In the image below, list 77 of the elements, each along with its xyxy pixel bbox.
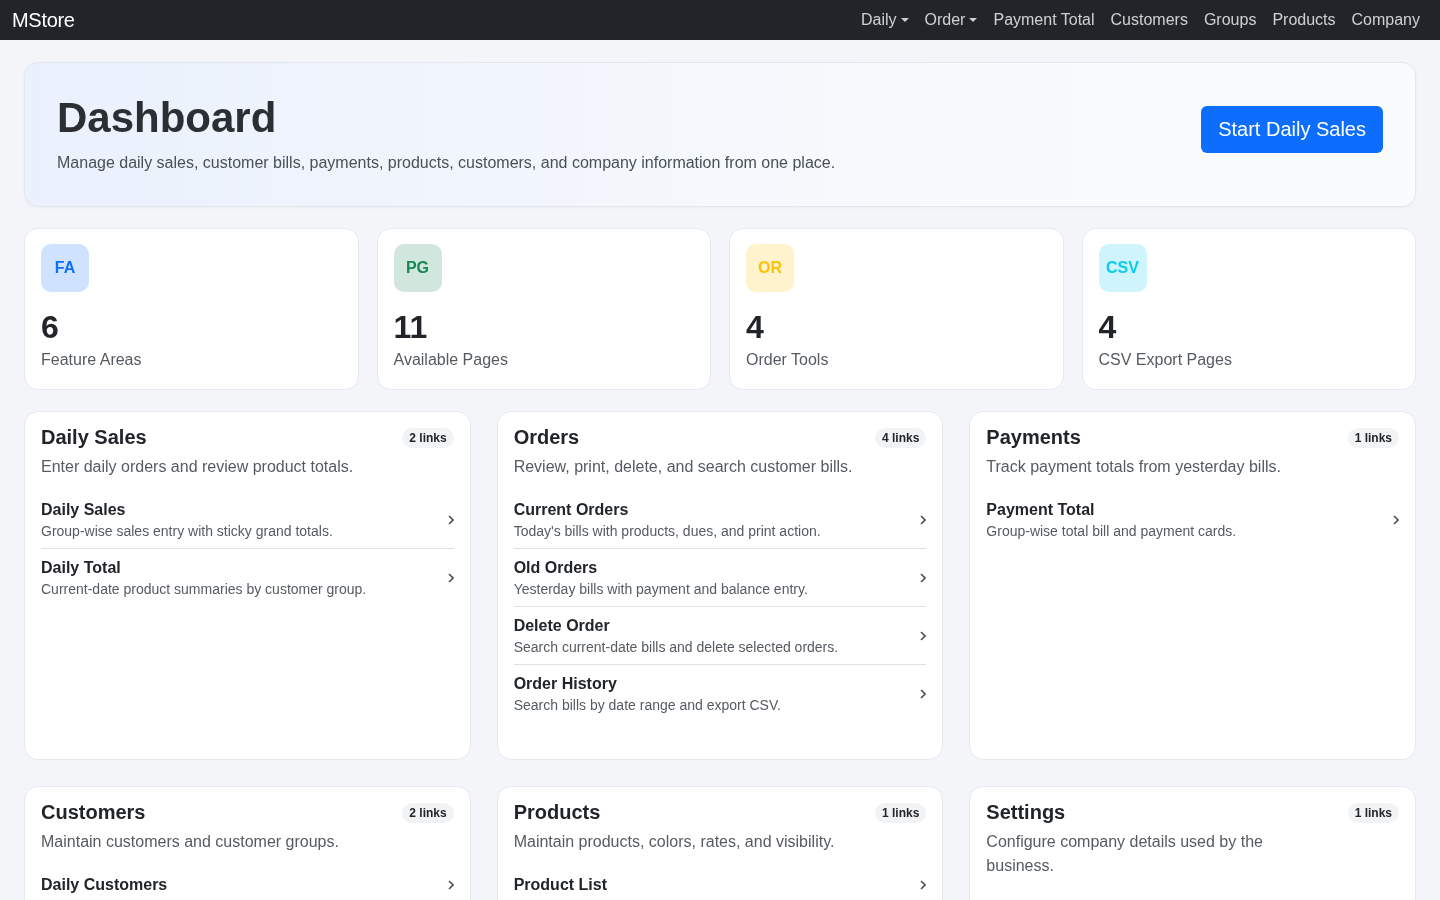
chevron-right-icon [920,688,927,699]
stat-value: 11 [393,310,429,346]
section-title: Customers [41,801,146,825]
link-count-badge: 4 links [874,427,927,448]
section-link[interactable]: Daily Total Current-date product summaries by customer group. [41,549,454,607]
section-link[interactable]: Current Orders Today's bills with products, dues, and print action. [513,491,927,550]
section-link[interactable]: Old Orders Yesterday bills with payment and balance entry. [513,549,927,608]
link-count-badge: 2 links [402,427,454,448]
section-link[interactable]: Daily Customers [41,866,454,900]
section-description: Enter daily orders and review product totals. [41,457,355,478]
link-title: Daily Total [41,558,122,579]
nav-link[interactable]: Products [1264,11,1344,29]
link-count-badge: 1 links [1347,802,1399,823]
chevron-right-icon [447,880,454,891]
section-description: Review, print, delete, and search customer bills. [513,457,854,478]
section-title: Orders [513,426,580,450]
chevron-right-icon [920,514,927,525]
link-title: Delete Order [513,616,611,637]
section-link[interactable]: Product List [513,866,927,900]
stat-badge: OR [746,244,794,293]
link-title: Daily Customers [41,875,168,896]
caret-icon [969,18,978,22]
section-title: Daily Sales [41,426,147,450]
link-title: Daily Sales [41,500,127,521]
caret-icon [900,18,909,22]
section-title: Payments [986,426,1081,450]
stat-badge: PG [393,244,442,293]
stat-value: 6 [41,310,60,346]
nav-link[interactable]: Payment Total [985,11,1103,29]
nav-dropdown[interactable]: Order [916,11,986,29]
page-title: Dashboard [57,95,278,142]
link-title: Product List [513,875,607,896]
stat-value: 4 [1098,310,1118,346]
stat-label: Order Tools [746,351,830,370]
link-description: Yesterday bills with payment and balance entry. [513,581,808,598]
stat-label: Feature Areas [41,351,143,370]
chevron-right-icon [920,630,927,641]
link-description: Search bills by date range and export CSV. [513,697,781,714]
start-daily-sales-button[interactable]: Start Daily Sales [1201,106,1383,154]
chevron-right-icon [447,514,454,525]
section-link[interactable]: Delete Order Search current-date bills and delete selected orders. [513,607,927,666]
stat-label: Available Pages [393,351,509,370]
section-title: Products [513,801,601,825]
section-link[interactable]: Order History Search bills by date range and export CSV. [513,665,927,723]
link-description: Current-date product summaries by customer group. [41,581,367,598]
link-count-badge: 1 links [874,802,927,823]
page-subtitle: Manage daily sales, customer bills, payments, products, customers, and company information from one place. [57,154,836,173]
link-title: Old Orders [513,558,599,579]
link-description: Search current-date bills and delete selected orders. [513,639,839,656]
section-title: Settings [986,801,1066,825]
chevron-right-icon [447,572,454,583]
brand-logo[interactable]: MStore [12,8,75,32]
chevron-right-icon [1393,514,1399,525]
nav-link[interactable]: Groups [1195,11,1265,29]
link-description: Group-wise total bill and payment cards. [986,523,1237,540]
stat-value: 4 [746,310,765,346]
nav-link[interactable]: Customers [1102,11,1196,29]
stat-label: CSV Export Pages [1098,351,1233,370]
section-link[interactable]: Daily Sales Group-wise sales entry with sticky grand totals. [41,491,454,550]
section-description: Maintain customers and customer groups. [41,832,340,853]
nav-dropdown[interactable]: Daily [853,11,917,29]
link-title: Order History [513,674,618,695]
nav-link[interactable]: Company [1343,11,1428,29]
section-description: Track payment totals from yesterday bills. [986,457,1282,478]
link-title: Payment Total [986,500,1096,521]
section-description: Maintain products, colors, rates, and visibility. [513,832,836,853]
link-description: Today's bills with products, dues, and print action. [513,523,821,540]
section-link[interactable]: Payment Total Group-wise total bill and payment cards. [986,491,1399,549]
link-description: Group-wise sales entry with sticky grand totals. [41,523,333,540]
link-count-badge: 1 links [1347,427,1399,448]
section-description: Configure company details used by the business. [986,832,1264,877]
link-title: Current Orders [513,500,630,521]
stat-badge: CSV [1098,244,1147,293]
chevron-right-icon [920,572,927,583]
chevron-right-icon [920,880,927,891]
link-count-badge: 2 links [402,802,454,823]
stat-badge: FA [41,244,89,293]
